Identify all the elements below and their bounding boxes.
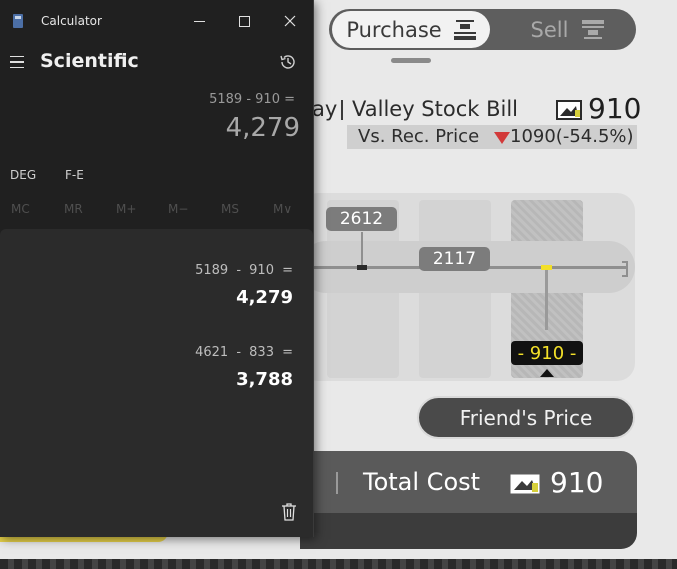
history-panel: 5189 - 910 = 4,279 4621 - 833 = 3,788 — [0, 229, 313, 537]
stock-bill-icon — [556, 100, 582, 120]
expression-display: 5189 - 910 = — [209, 92, 295, 107]
rec-price-diff: 1090(-54.5%) — [510, 126, 634, 147]
tab-indicator — [391, 58, 431, 63]
fe-button[interactable]: F-E — [65, 168, 84, 182]
maximize-icon — [238, 15, 250, 27]
maximize-button[interactable] — [231, 8, 257, 34]
sell-icon — [582, 19, 605, 39]
price-bubble-2: 2117 — [419, 247, 490, 271]
item-price: 910 — [588, 92, 642, 125]
menu-icon[interactable] — [10, 56, 24, 68]
chart-marker-line — [361, 232, 363, 267]
calculator-app-icon — [13, 14, 23, 28]
memory-store-button[interactable]: MS — [221, 202, 239, 216]
total-cost-bar: Total Cost 910 — [300, 451, 637, 513]
tag-pointer-icon — [540, 369, 554, 377]
down-arrow-icon — [494, 132, 510, 144]
item-name: Valley Stock Bill — [352, 97, 519, 121]
sell-tab[interactable]: Sell — [499, 11, 636, 48]
window-title: Calculator — [41, 14, 102, 28]
memory-subtract-button[interactable]: M− — [168, 202, 188, 216]
delete-history-icon[interactable] — [281, 503, 297, 521]
result-display: 4,279 — [225, 113, 300, 143]
angle-mode-row: DEG F-E — [0, 168, 313, 186]
calculator-header: Scientific — [0, 44, 313, 80]
recommended-price-row: Vs. Rec. Price 1090(-54.5%) — [347, 125, 637, 149]
memory-row: MC MR M+ M− MS M∨ — [0, 202, 313, 220]
memory-clear-button[interactable]: MC — [11, 202, 30, 216]
minimize-icon — [193, 20, 205, 22]
item-title-fragment: ay — [312, 97, 338, 121]
confirm-bar[interactable] — [300, 513, 637, 549]
title-divider — [341, 100, 343, 120]
stock-bill-icon — [510, 474, 540, 494]
total-cost-value: 910 — [550, 466, 604, 499]
purchase-sell-toggle: Purchase Sell — [329, 9, 636, 50]
close-icon — [284, 15, 296, 27]
close-button[interactable] — [277, 8, 303, 34]
price-bubble-1: 2612 — [326, 207, 397, 231]
sell-label: Sell — [530, 17, 569, 42]
chart-end-tick — [622, 261, 628, 277]
purchase-icon — [453, 19, 476, 40]
calculator-window: Calculator Scientific 5189 - 910 = 4,279… — [0, 0, 314, 537]
history-expression[interactable]: 4621 - 833 = — [195, 345, 293, 360]
purchase-label: Purchase — [346, 17, 442, 42]
memory-recall-button[interactable]: MR — [64, 202, 83, 216]
total-divider — [336, 472, 338, 494]
minimize-button[interactable] — [186, 8, 212, 34]
memory-list-button[interactable]: M∨ — [273, 202, 292, 216]
memory-add-button[interactable]: M+ — [116, 202, 136, 216]
friends-price-button[interactable]: Friend's Price — [417, 396, 635, 439]
rec-price-label: Vs. Rec. Price — [358, 126, 480, 147]
item-title-row: ay Valley Stock Bill 910 — [300, 92, 642, 126]
history-result[interactable]: 4,279 — [236, 287, 293, 308]
history-expression[interactable]: 5189 - 910 = — [195, 263, 293, 278]
mode-title: Scientific — [40, 50, 139, 72]
floor-strip — [0, 559, 677, 569]
history-icon[interactable] — [279, 53, 297, 71]
current-price-tag: - 910 - — [511, 341, 583, 365]
deg-button[interactable]: DEG — [10, 168, 36, 182]
current-price-line — [545, 270, 548, 330]
purchase-tab[interactable]: Purchase — [332, 11, 490, 48]
history-result[interactable]: 3,788 — [236, 369, 293, 390]
calculator-titlebar[interactable]: Calculator — [0, 0, 313, 40]
total-cost-label: Total Cost — [363, 468, 481, 496]
chart-marker — [357, 265, 367, 270]
